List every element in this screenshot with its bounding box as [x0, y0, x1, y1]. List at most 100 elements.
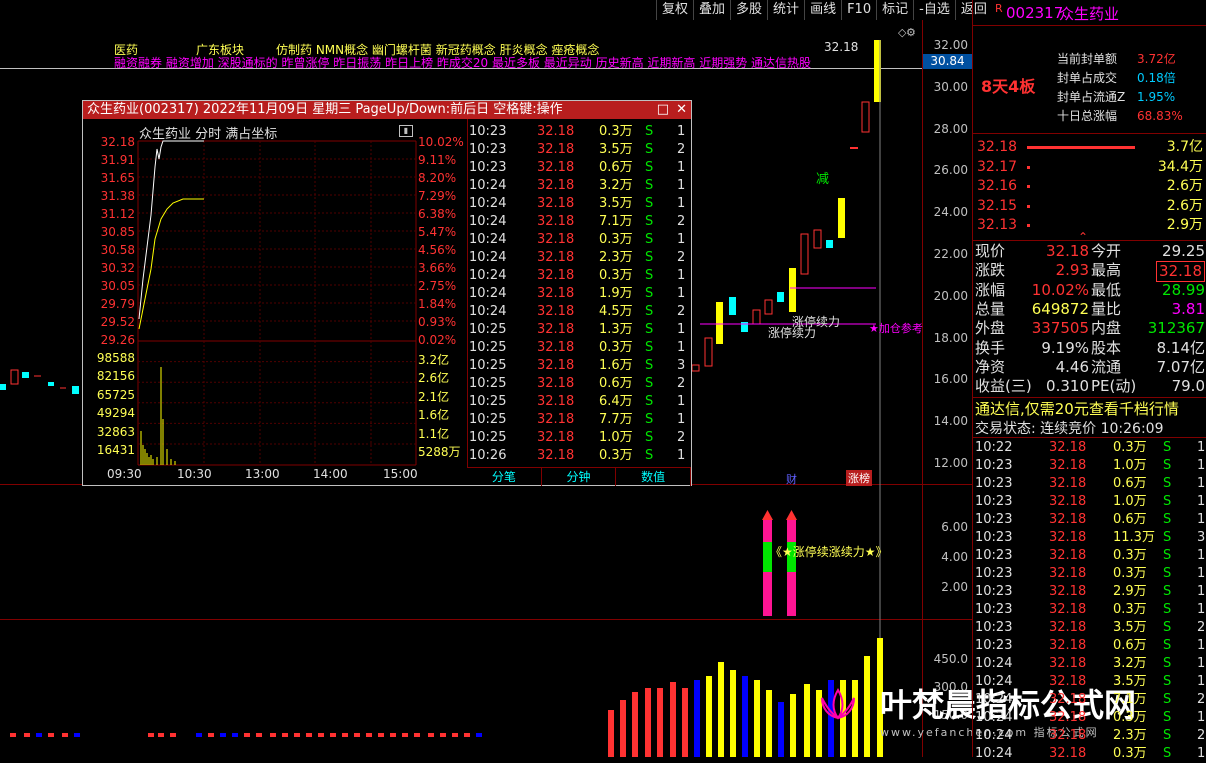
candle	[716, 302, 723, 344]
tick-vol: 1.3万	[599, 322, 633, 337]
stat-label: 涨跌	[975, 261, 1006, 280]
bid-row[interactable]: 32.16 2.6万	[973, 177, 1206, 196]
popup-vol-amt: 3.2亿	[418, 353, 450, 367]
stock-name[interactable]: 众生药业	[1059, 3, 1119, 24]
stat-value-2: 32.18	[1156, 261, 1205, 283]
seal-label: 封单占流通Z	[1057, 90, 1126, 104]
toolbar-item-7[interactable]: -自选	[913, 0, 955, 20]
tick-count: 2	[1197, 728, 1206, 743]
popup-pct-tick: 7.29%	[418, 189, 457, 203]
tick-time: 10:26	[469, 448, 507, 463]
tick-time: 10:23	[975, 512, 1013, 527]
volume-bar	[48, 733, 54, 737]
trade-status: 交易状态: 连续竞价 10:26:09	[975, 421, 1164, 437]
quote-tick-row: 10:23 32.18 0.6万 S 1	[973, 510, 1206, 529]
tick-side: S	[1163, 476, 1172, 491]
popup-vol-tick: 65725	[96, 387, 135, 402]
stat-label: 现价	[975, 242, 1006, 260]
tick-price: 32.18	[537, 322, 575, 337]
toolbar-item-0[interactable]: 复权	[656, 0, 693, 20]
tick-time: 10:23	[975, 530, 1013, 545]
candle	[813, 229, 822, 249]
tick-count: 3	[677, 358, 686, 373]
stat-row: 外盘 337505 内盘 312367	[973, 319, 1206, 338]
popup-pct-tick: 8.20%	[418, 171, 457, 185]
popup-vol-amt: 1.6亿	[418, 408, 450, 423]
stat-label-2: 最低	[1091, 280, 1122, 299]
volume-bar	[742, 676, 748, 757]
price-tag: 30.84	[923, 54, 972, 69]
bid-bar	[1027, 224, 1030, 227]
quote-tick-row: 10:23 32.18 1.0万 S 1	[973, 456, 1206, 475]
quote-tick-row: 10:24 32.18 3.5万 S 1	[973, 672, 1206, 691]
popup-tab-0[interactable]: 分笔	[467, 468, 542, 486]
maximize-icon[interactable]: □	[657, 101, 669, 119]
tick-price: 32.18	[537, 142, 575, 157]
volume-bar	[62, 733, 68, 737]
popup-price-tick: 30.58	[100, 243, 135, 257]
tick-count: 2	[677, 304, 686, 319]
popup-tick-row: 10:25 32.18 6.4万 S 1	[469, 393, 689, 411]
volume-bar	[476, 733, 482, 737]
bid-row[interactable]: 32.18 3.7亿	[973, 138, 1206, 157]
popup-tick-row: 10:24 32.18 4.5万 S 2	[469, 303, 689, 321]
tick-price: 32.18	[1049, 710, 1087, 725]
seal-value: 0.18倍	[1137, 71, 1176, 85]
volume-bar	[452, 733, 458, 737]
tick-time: 10:23	[975, 458, 1013, 473]
stat-row: 收益(三) 0.310 PE(动) 79.0	[973, 377, 1206, 396]
bid-bar	[1027, 146, 1135, 149]
close-icon[interactable]: ✕	[676, 101, 687, 119]
tick-side: S	[1163, 692, 1172, 707]
volume-bar	[440, 733, 446, 737]
tick-price: 32.18	[537, 340, 575, 355]
toolbar-item-5[interactable]: F10	[841, 0, 876, 20]
promo-link[interactable]: 通达信,仅需20元查看千档行情	[975, 398, 1179, 419]
tick-side: S	[1163, 620, 1172, 635]
tick-vol: 1.0万	[1113, 458, 1147, 473]
popup-title[interactable]: 众生药业(002317) 2022年11月09日 星期三 PageUp/Down…	[83, 101, 691, 119]
volume-bar	[378, 733, 384, 737]
bid-row[interactable]: 32.13 2.9万	[973, 216, 1206, 235]
stat-label: 总量	[975, 299, 1006, 318]
popup-tick-row: 10:24 32.18 0.3万 S 1	[469, 231, 689, 249]
volume-bar	[148, 733, 154, 737]
popup-tick-row: 10:23 32.18 0.6万 S 1	[469, 159, 689, 177]
popup-pct-tick: 10.02%	[418, 135, 464, 149]
stat-label-2: 内盘	[1091, 319, 1122, 338]
popup-price-tick: 32.18	[100, 135, 135, 149]
toolbar-item-2[interactable]: 多股	[730, 0, 767, 20]
bid-row[interactable]: 32.15 2.6万	[973, 197, 1206, 216]
tick-count: 1	[1197, 494, 1206, 509]
intraday-chart[interactable]	[83, 119, 468, 485]
quote-panel: R 002317 众生药业 8天4板 当前封单额 3.72亿 封单占成交 0.18倍封…	[972, 0, 1206, 761]
popup-tab-2[interactable]: 数值	[616, 468, 692, 486]
tick-count: 1	[1197, 458, 1206, 473]
volume-bar	[24, 733, 30, 737]
candle	[0, 384, 6, 390]
stat-value-2: 28.99	[1162, 280, 1205, 299]
bid-price: 32.17	[977, 158, 1018, 175]
stat-value-2: 29.25	[1162, 242, 1205, 260]
gear-icon[interactable]: ⚙	[906, 26, 916, 39]
tick-side: S	[1163, 602, 1172, 617]
volume-bar	[730, 670, 736, 757]
tick-price: 32.18	[537, 304, 575, 319]
bid-row[interactable]: 32.17 34.4万	[973, 158, 1206, 177]
tick-vol: 0.3万	[599, 124, 633, 139]
toolbar-item-4[interactable]: 画线	[804, 0, 841, 20]
price-tick: 26.00	[933, 163, 968, 178]
intraday-popup[interactable]: 众生药业(002317) 2022年11月09日 星期三 PageUp/Down…	[82, 100, 692, 486]
popup-time-tick: 15:00	[383, 467, 418, 481]
tick-price: 32.18	[1049, 530, 1087, 545]
quote-tick-row: 10:23 32.18 0.3万 S 1	[973, 546, 1206, 565]
toolbar-item-6[interactable]: 标记	[876, 0, 913, 20]
popup-tab-1[interactable]: 分钟	[542, 468, 617, 486]
popup-vol-amt: 1.1亿	[418, 426, 450, 441]
toolbar-item-1[interactable]: 叠加	[693, 0, 730, 20]
tick-count: 1	[1197, 746, 1206, 761]
tick-count: 2	[677, 430, 686, 445]
stock-code[interactable]: 002317	[1006, 4, 1063, 22]
candle	[777, 292, 784, 302]
toolbar-item-3[interactable]: 统计	[767, 0, 804, 20]
